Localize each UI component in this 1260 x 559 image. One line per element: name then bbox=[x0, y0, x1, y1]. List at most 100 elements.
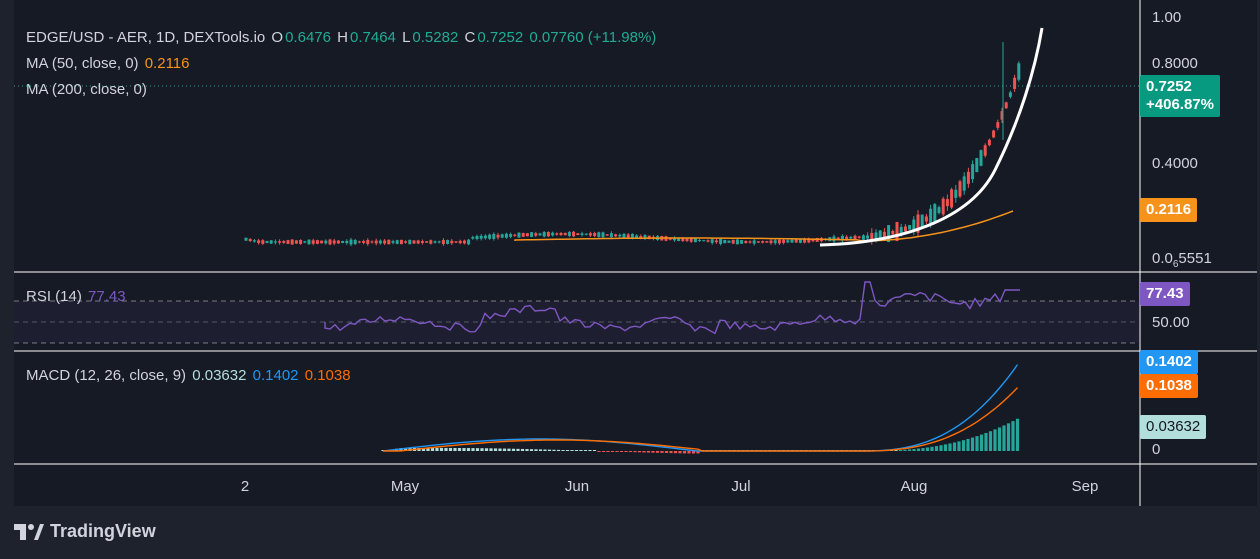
candle-body bbox=[278, 241, 282, 243]
candle-body bbox=[399, 239, 403, 245]
candle-body bbox=[299, 239, 303, 245]
candle-body bbox=[740, 240, 744, 244]
candle-body bbox=[416, 240, 420, 244]
candle-body bbox=[404, 241, 408, 243]
candle-body bbox=[719, 238, 723, 244]
candle-body bbox=[626, 234, 630, 238]
candle-body bbox=[244, 237, 248, 241]
candle-body bbox=[282, 241, 286, 243]
macd-hist-bar bbox=[682, 451, 687, 454]
macd-hist-bar bbox=[907, 449, 912, 451]
rsi-legend[interactable]: RSI (14) 77.43 bbox=[26, 288, 128, 305]
macd-legend[interactable]: MACD (12, 26, close, 9) 0.03632 0.1402 0… bbox=[26, 367, 353, 384]
macd-hist-bar bbox=[466, 448, 471, 451]
macd-hist-bar bbox=[525, 449, 529, 451]
candle-body bbox=[315, 240, 319, 244]
macd-hist-bar bbox=[448, 447, 453, 451]
macd-hist-bar bbox=[511, 448, 516, 451]
candle-body bbox=[383, 240, 387, 244]
macd-hist-bar bbox=[912, 449, 916, 451]
macd-hist-bar bbox=[939, 445, 943, 451]
candle-body bbox=[374, 240, 378, 244]
macd-line bbox=[382, 364, 1019, 452]
candle-body bbox=[261, 240, 265, 244]
candle-body bbox=[257, 240, 261, 244]
macd-hist-bar bbox=[507, 448, 511, 451]
candle-body bbox=[769, 240, 773, 244]
ma200-legend[interactable]: MA (200, close, 0) bbox=[26, 81, 149, 98]
candle-body bbox=[525, 233, 529, 237]
candle-body bbox=[454, 241, 458, 243]
candle-body bbox=[597, 232, 601, 237]
macd-value: 0.1402 bbox=[252, 367, 299, 384]
macd-hist-bar bbox=[993, 429, 997, 451]
macd-hist-bar bbox=[628, 451, 633, 453]
candle-body bbox=[336, 240, 340, 244]
macd-hist-bar bbox=[502, 448, 507, 451]
macd-hist-bar bbox=[957, 441, 961, 451]
macd-hist-bar bbox=[462, 448, 466, 451]
macd-label: MACD (12, 26, close, 9) bbox=[26, 367, 187, 384]
price-tick-bottom-suffix: 5551 bbox=[1178, 250, 1212, 267]
candle-body bbox=[933, 204, 937, 223]
rsi-tick-50: 50.00 bbox=[1152, 314, 1190, 331]
candle-body bbox=[761, 241, 765, 243]
candle-body bbox=[580, 233, 584, 235]
candle-body bbox=[504, 233, 508, 238]
candle-body bbox=[773, 240, 777, 244]
macd-hist-bar bbox=[444, 447, 448, 451]
candle-body bbox=[488, 234, 492, 239]
candle-body bbox=[576, 233, 580, 236]
candle-body bbox=[551, 232, 555, 236]
candle-body bbox=[614, 234, 618, 237]
high-label: H bbox=[337, 29, 348, 46]
macd-hist-bar bbox=[534, 449, 538, 451]
macd-hist-bar bbox=[664, 451, 669, 453]
candle-body bbox=[861, 235, 865, 240]
candle-body bbox=[265, 241, 269, 243]
macd-hist-bar bbox=[561, 450, 565, 451]
candle-body bbox=[845, 236, 849, 240]
candle-body bbox=[328, 239, 332, 245]
macd-hist-bar bbox=[624, 451, 628, 452]
candle-body bbox=[786, 240, 790, 243]
candle-body bbox=[441, 240, 445, 244]
chart-canvas[interactable] bbox=[0, 0, 1260, 559]
macd-hist-bar bbox=[1002, 425, 1006, 451]
candle-body bbox=[425, 241, 429, 243]
price-legend: EDGE/USD - AER, 1D, DEXTools.io O 0.6476 … bbox=[26, 29, 658, 46]
high-value: 0.7464 bbox=[350, 29, 396, 46]
macd-hist-bar bbox=[574, 450, 579, 451]
macd-hist-bar bbox=[921, 448, 925, 451]
rsi-value: 77.43 bbox=[88, 288, 126, 305]
candle-body bbox=[685, 238, 689, 241]
candle-body bbox=[782, 240, 786, 243]
candles-group bbox=[244, 42, 1021, 247]
candle-body bbox=[966, 171, 970, 184]
macd-hist-bar bbox=[997, 427, 1002, 451]
macd-hist-bar bbox=[543, 449, 547, 451]
candle-body bbox=[790, 239, 794, 243]
candle-body bbox=[882, 231, 886, 237]
ma50-legend[interactable]: MA (50, close, 0) 0.2116 bbox=[26, 55, 191, 72]
candle-body bbox=[446, 240, 450, 244]
candle-body bbox=[332, 240, 336, 244]
candle-body bbox=[605, 234, 609, 236]
candle-body bbox=[903, 226, 907, 232]
candle-body bbox=[248, 239, 252, 242]
macd-hist-bar bbox=[583, 450, 588, 451]
signal-value: 0.1038 bbox=[304, 367, 351, 384]
candle-body bbox=[794, 239, 798, 243]
candle-body bbox=[941, 198, 945, 215]
candle-body bbox=[777, 239, 781, 244]
macd-hist-bar bbox=[601, 451, 606, 452]
price-tick-1: 1.00 bbox=[1152, 9, 1182, 26]
candle-body bbox=[584, 233, 588, 235]
macd-hist-bar bbox=[480, 448, 484, 451]
candle-body bbox=[458, 240, 462, 244]
macd-hist-bar bbox=[606, 451, 610, 452]
brand[interactable]: TradingView bbox=[14, 521, 156, 542]
macd-hist-bar bbox=[651, 451, 655, 453]
macd-hist-bar bbox=[687, 451, 691, 454]
candle-body bbox=[635, 235, 639, 238]
